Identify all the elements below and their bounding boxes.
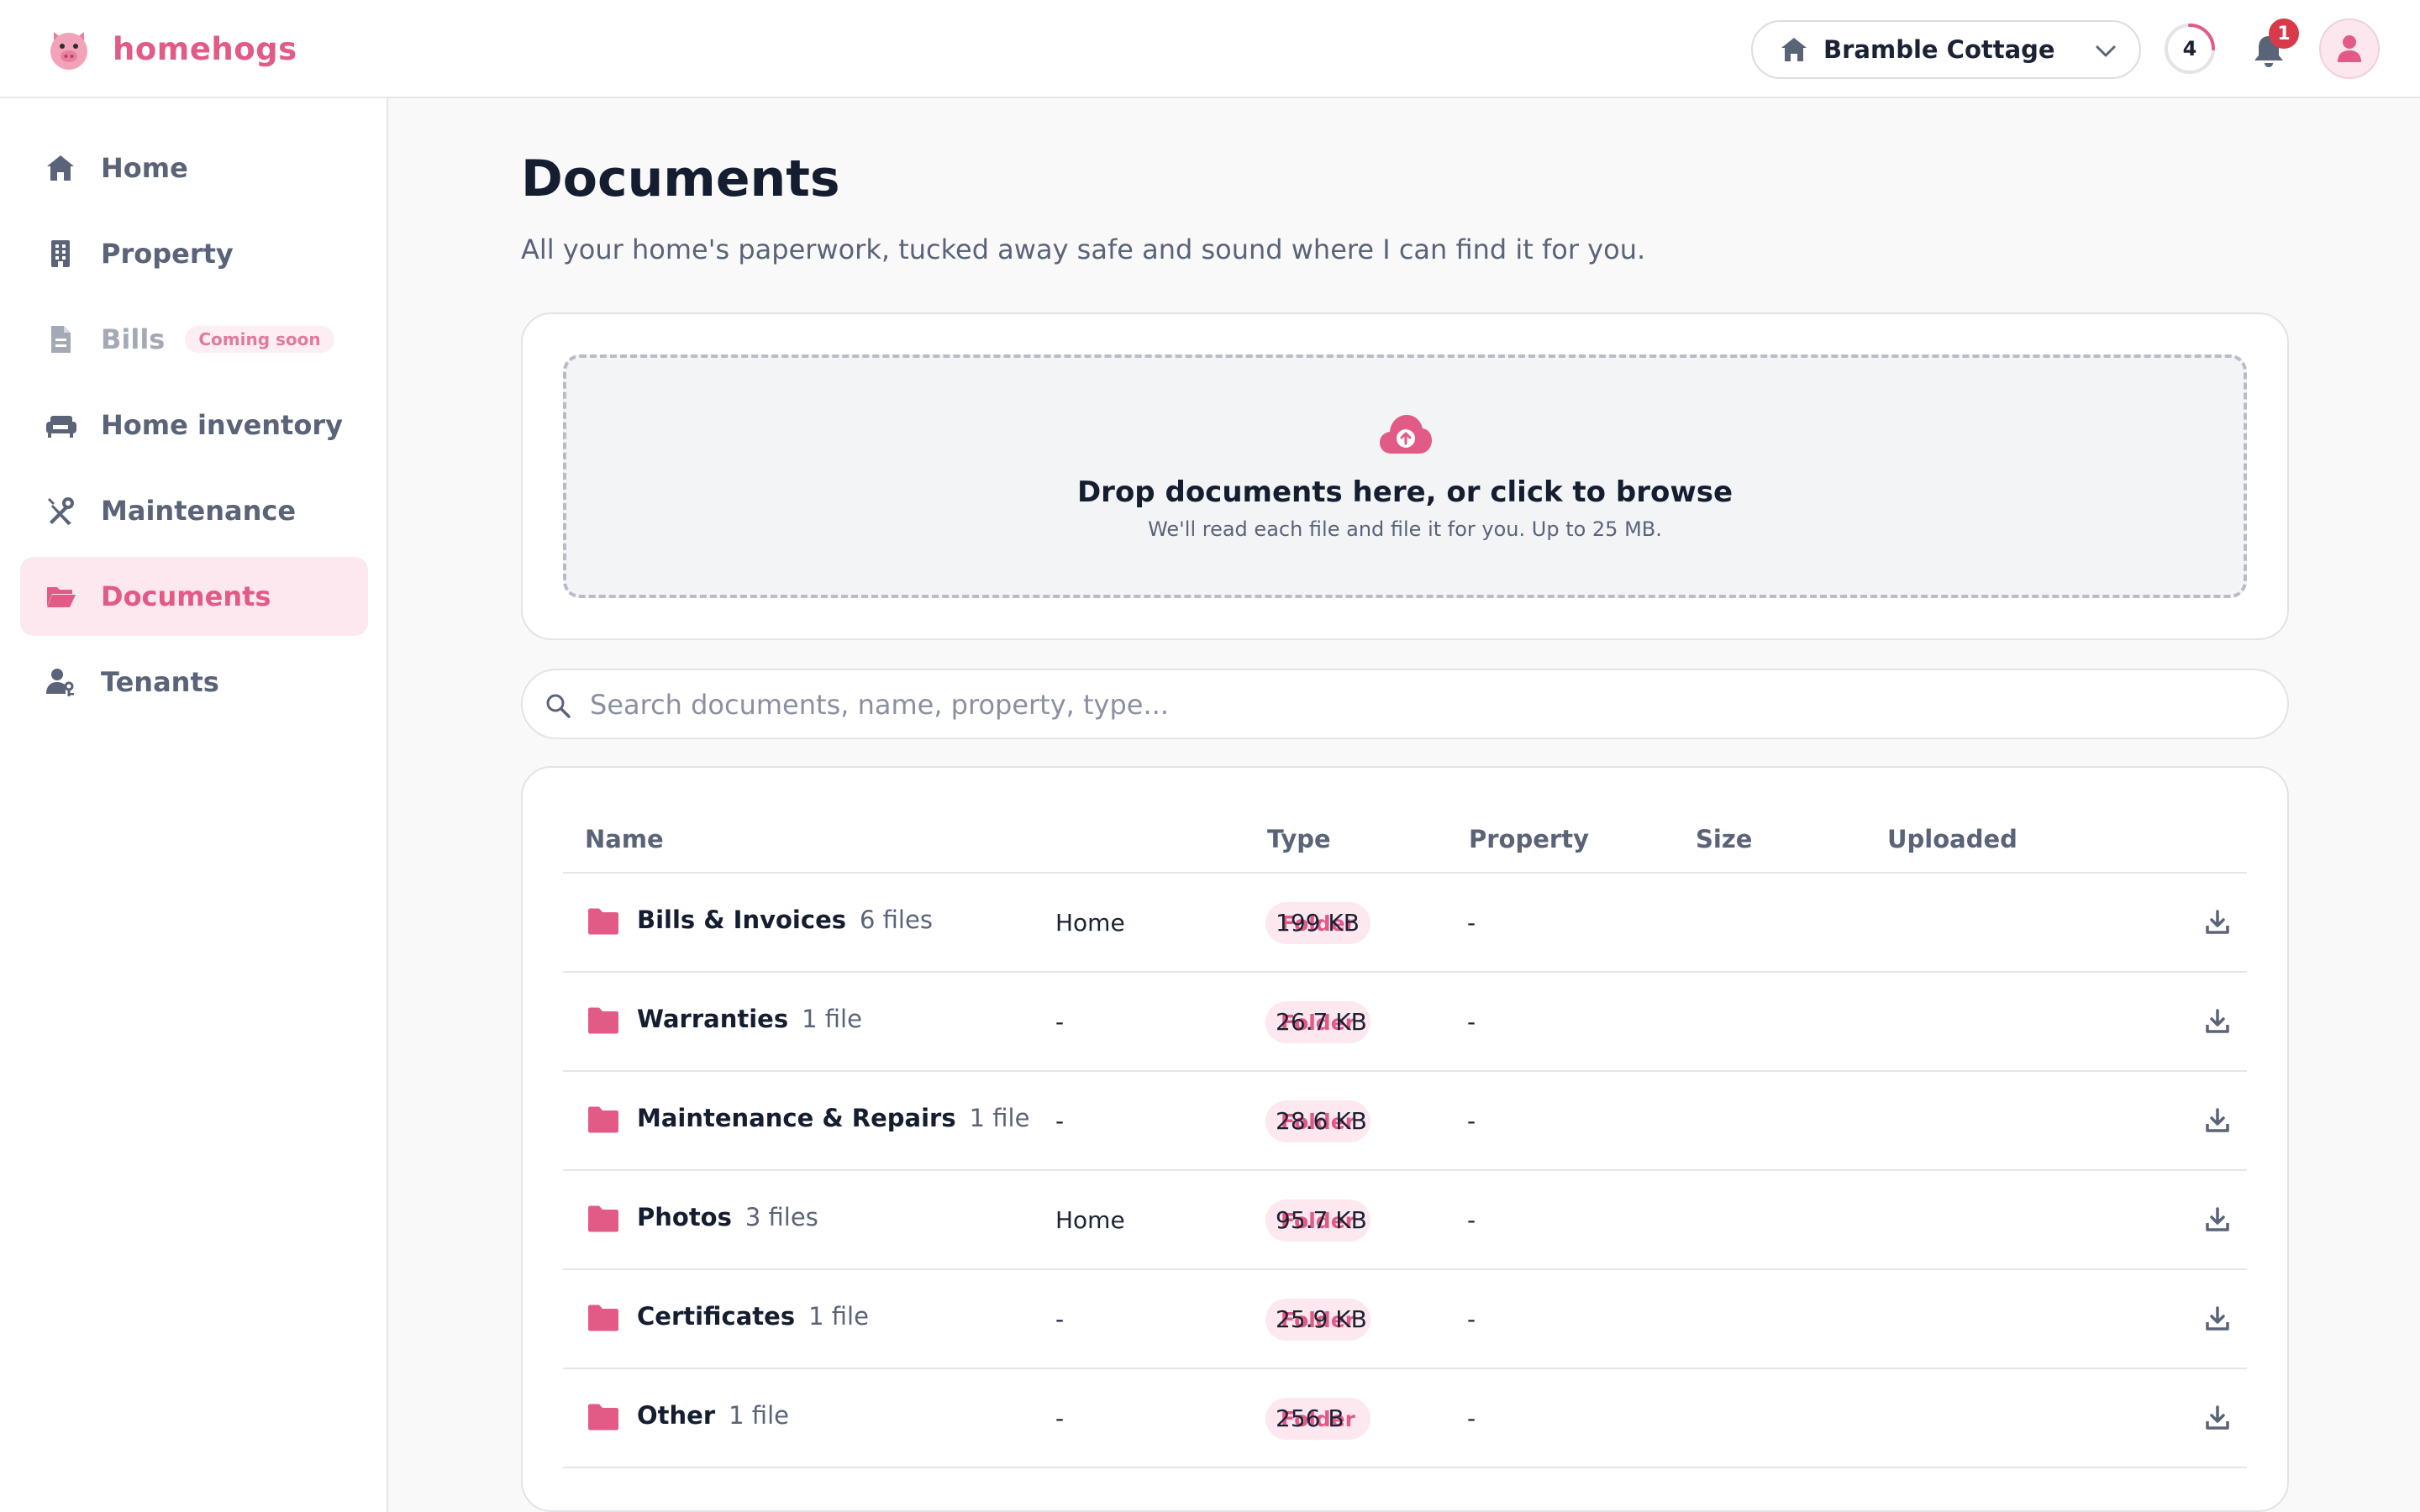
sidebar-item-documents[interactable]: Documents (20, 557, 368, 636)
download-icon[interactable] (2205, 1305, 2230, 1332)
page-subtitle: All your home's paperwork, tucked away s… (521, 234, 1646, 265)
upload-card: Drop documents here, or click to browse … (521, 312, 2289, 640)
folder-name[interactable]: Photos 3 files (637, 1203, 818, 1231)
sidebar-item-label: Documents (101, 580, 271, 612)
sidebar-item-label: Home (101, 152, 188, 184)
bill-icon (44, 323, 77, 356)
cloud-upload-icon (1380, 415, 1432, 454)
size-cell: 199 KB (1276, 909, 1360, 937)
uploaded-cell: - (1467, 1305, 1476, 1333)
app-name: homehogs (113, 30, 297, 67)
table-row[interactable]: Other 1 file Folder - 256 B - (563, 1369, 2247, 1468)
coming-soon-badge: Coming soon (185, 326, 334, 353)
table-row[interactable]: Bills & Invoices 6 files Folder Home 199 … (563, 874, 2247, 973)
folder-open-icon (44, 580, 77, 613)
download-icon[interactable] (2205, 1107, 2230, 1134)
sidebar-item-label: Maintenance (101, 495, 297, 527)
page-title: Documents (521, 150, 840, 208)
property-cell: Home (1055, 1206, 1125, 1234)
property-selector[interactable]: Bramble Cottage (1751, 20, 2141, 79)
search-icon (546, 694, 571, 718)
column-header-size[interactable]: Size (1696, 825, 1752, 853)
user-avatar[interactable] (2319, 18, 2380, 79)
table-row[interactable]: Photos 3 files Folder Home 95.7 KB - (563, 1171, 2247, 1270)
home-icon (44, 151, 77, 185)
uploaded-cell: - (1467, 1404, 1476, 1432)
property-cell: Home (1055, 909, 1125, 937)
file-count: 1 file (802, 1005, 862, 1033)
column-header-uploaded[interactable]: Uploaded (1887, 825, 2018, 853)
upload-subtitle: We'll read each file and file it for you… (1148, 517, 1662, 541)
progress-count: 4 (2182, 37, 2197, 60)
couch-icon (44, 408, 77, 442)
house-icon (1781, 38, 1807, 61)
file-count: 1 file (969, 1104, 1030, 1132)
column-header-type[interactable]: Type (1267, 825, 1331, 853)
size-cell: 28.6 KB (1276, 1107, 1367, 1135)
sidebar-item-label: Bills (101, 323, 166, 355)
documents-table: Name Type Property Size Uploaded Bills &… (521, 766, 2289, 1512)
uploaded-cell: - (1467, 1107, 1476, 1135)
size-cell: 256 B (1276, 1404, 1344, 1432)
folder-icon (588, 1205, 618, 1232)
sidebar-item-bills: Bills Coming soon (20, 300, 368, 379)
folder-name[interactable]: Bills & Invoices 6 files (637, 906, 933, 934)
sidebar-item-home[interactable]: Home (20, 129, 368, 207)
sidebar-item-label: Home inventory (101, 409, 343, 441)
size-cell: 25.9 KB (1276, 1305, 1367, 1333)
file-count: 6 files (860, 906, 933, 934)
file-count: 1 file (729, 1401, 789, 1430)
property-cell: - (1055, 1008, 1065, 1036)
chevron-down-icon (2096, 45, 2116, 57)
uploaded-cell: - (1467, 1206, 1476, 1234)
table-row[interactable]: Maintenance & Repairs 1 file Folder - 28.… (563, 1072, 2247, 1171)
building-icon (44, 237, 77, 270)
top-header: homehogs Bramble Cottage 4 1 (0, 0, 2420, 98)
folder-name[interactable]: Warranties 1 file (637, 1005, 862, 1033)
size-cell: 95.7 KB (1276, 1206, 1367, 1234)
upload-dropzone[interactable]: Drop documents here, or click to browse … (563, 354, 2247, 598)
sidebar-item-label: Property (101, 238, 234, 270)
tools-icon (44, 494, 77, 528)
property-cell: - (1055, 1107, 1065, 1135)
table-row[interactable]: Warranties 1 file Folder - 26.7 KB - (563, 973, 2247, 1072)
upload-title: Drop documents here, or click to browse (1076, 475, 1733, 509)
app-logo[interactable]: homehogs (45, 25, 297, 72)
download-icon[interactable] (2205, 909, 2230, 936)
download-icon[interactable] (2205, 1008, 2230, 1035)
property-cell: - (1055, 1404, 1065, 1432)
sidebar-item-label: Tenants (101, 666, 219, 698)
table-row[interactable]: Certificates 1 file Folder - 25.9 KB - (563, 1270, 2247, 1369)
folder-icon (588, 1007, 618, 1034)
pig-logo-icon (50, 32, 87, 70)
notification-badge: 1 (2269, 18, 2299, 49)
sidebar-item-property[interactable]: Property (20, 214, 368, 293)
download-icon[interactable] (2205, 1404, 2230, 1431)
uploaded-cell: - (1467, 1008, 1476, 1036)
file-count: 1 file (808, 1302, 869, 1331)
folder-name[interactable]: Other 1 file (637, 1401, 789, 1430)
user-icon (2338, 35, 2361, 62)
property-cell: - (1055, 1305, 1065, 1333)
folder-icon (588, 1305, 618, 1331)
sidebar-item-tenants[interactable]: Tenants (20, 643, 368, 722)
sidebar-item-home-inventory[interactable]: Home inventory (20, 386, 368, 465)
folder-icon (588, 1106, 618, 1133)
sidebar-item-maintenance[interactable]: Maintenance (20, 471, 368, 550)
folder-icon (588, 1404, 618, 1431)
column-header-property[interactable]: Property (1469, 825, 1589, 853)
tenant-icon (44, 665, 77, 699)
size-cell: 26.7 KB (1276, 1008, 1367, 1036)
column-header-name[interactable]: Name (585, 825, 664, 853)
uploaded-cell: - (1467, 909, 1476, 937)
search-input[interactable] (590, 680, 2254, 729)
folder-name[interactable]: Maintenance & Repairs 1 file (637, 1104, 1029, 1132)
folder-name[interactable]: Certificates 1 file (637, 1302, 869, 1331)
sidebar: Home Property Bills Coming soon Home inv… (0, 98, 388, 1512)
download-icon[interactable] (2205, 1206, 2230, 1233)
search-bar (521, 669, 2289, 739)
folder-icon (588, 908, 618, 935)
property-selector-value: Bramble Cottage (1823, 35, 2055, 64)
file-count: 3 files (744, 1203, 818, 1231)
